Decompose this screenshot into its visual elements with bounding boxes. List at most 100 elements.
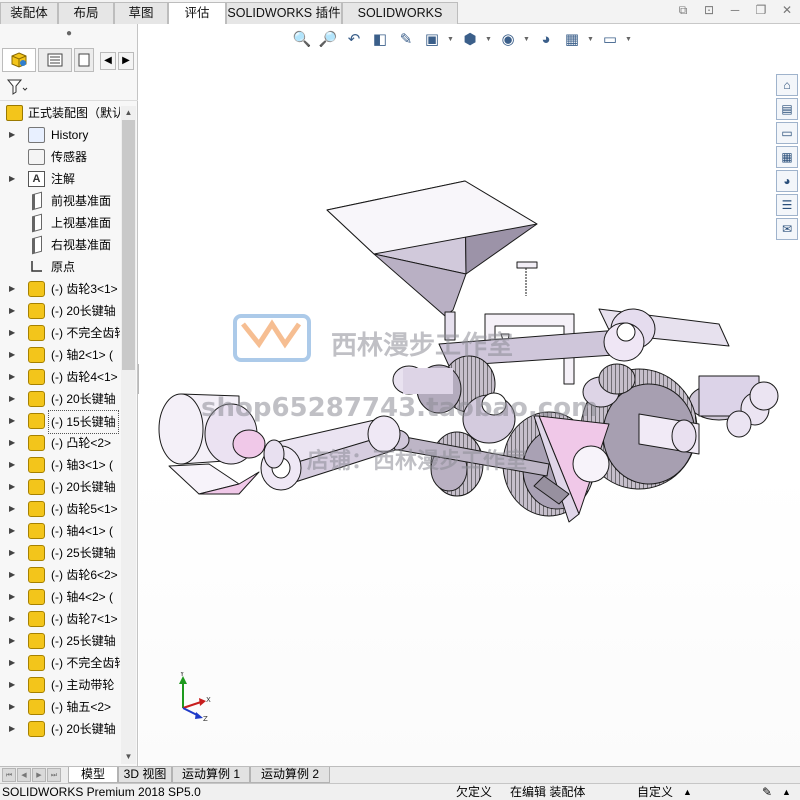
tree-item[interactable]: ▶ (-) 轴五<2> bbox=[0, 696, 120, 718]
tree-item[interactable]: ▶ (-) 齿轮5<1> bbox=[0, 498, 120, 520]
view-orientation-icon[interactable]: ▣ bbox=[421, 30, 443, 50]
tab-3d-view[interactable]: 3D 视图 bbox=[118, 767, 172, 783]
expand-arrow-icon[interactable]: ▶ bbox=[9, 322, 15, 344]
tree-item[interactable]: ▶ (-) 不完全齿轮 bbox=[0, 322, 120, 344]
expand-arrow-icon[interactable]: ▶ bbox=[9, 652, 15, 674]
tree-item[interactable]: ▶ (-) 轴4<2> ( bbox=[0, 586, 120, 608]
tab-layout[interactable]: 布局 bbox=[58, 2, 114, 24]
expand-arrow-icon[interactable]: ▶ bbox=[9, 542, 15, 564]
expand-arrow-icon[interactable]: ▶ bbox=[9, 124, 15, 146]
design-library-icon[interactable]: ▤ bbox=[776, 98, 798, 120]
tree-item[interactable]: ▶ (-) 齿轮3<1> bbox=[0, 278, 120, 300]
chevron-right-icon[interactable]: ▶ bbox=[118, 52, 134, 70]
expand-arrow-icon[interactable]: ▶ bbox=[9, 520, 15, 542]
tree-item[interactable]: ▶ (-) 轴4<1> ( bbox=[0, 520, 120, 542]
tree-item[interactable]: ▶ (-) 凸轮<2> bbox=[0, 432, 120, 454]
chevron-up-icon[interactable]: ▲ bbox=[683, 784, 692, 800]
expand-arrow-icon[interactable]: ▶ bbox=[9, 674, 15, 696]
tree-item[interactable]: 上视基准面 bbox=[0, 212, 120, 234]
tree-item[interactable]: ▶ (-) 齿轮4<1> bbox=[0, 366, 120, 388]
tab-solidworks-mbd[interactable]: SOLIDWORKS MBD bbox=[342, 2, 458, 40]
chevron-down-icon[interactable]: ▼ bbox=[447, 30, 455, 50]
minimize-icon[interactable]: ─ bbox=[728, 4, 742, 18]
feature-manager-icon[interactable] bbox=[2, 48, 36, 72]
previous-view-icon[interactable]: ↶ bbox=[343, 30, 365, 50]
apply-scene-icon[interactable]: ▦ bbox=[561, 30, 583, 50]
tree-root-assembly[interactable]: 正式装配图（默认 bbox=[0, 102, 120, 124]
chevron-down-icon[interactable]: ▼ bbox=[587, 30, 595, 50]
tree-item[interactable]: ▶ (-) 20长键轴 bbox=[0, 476, 120, 498]
tile-icon[interactable]: ⊡ bbox=[702, 4, 716, 18]
expand-arrow-icon[interactable]: ▶ bbox=[9, 498, 15, 520]
scroll-thumb[interactable] bbox=[122, 120, 135, 370]
last-tab-icon[interactable]: ⏭ bbox=[47, 768, 61, 782]
tab-sketch[interactable]: 草图 bbox=[114, 2, 168, 24]
edit-appearance-icon[interactable]: ◕ bbox=[535, 30, 557, 50]
forum-icon[interactable]: ✉ bbox=[776, 218, 798, 240]
tree-item[interactable]: 原点 bbox=[0, 256, 120, 278]
scroll-up-icon[interactable]: ▲ bbox=[121, 106, 136, 120]
tree-item[interactable]: ▶ (-) 25长键轴 bbox=[0, 542, 120, 564]
expand-arrow-icon[interactable]: ▶ bbox=[9, 564, 15, 586]
expand-arrow-icon[interactable]: ▶ bbox=[9, 476, 15, 498]
tab-assembly[interactable]: 装配体 bbox=[0, 2, 58, 24]
tree-item[interactable]: ▶ (-) 主动带轮 bbox=[0, 674, 120, 696]
panel-grip-icon[interactable]: ● bbox=[0, 24, 138, 44]
property-manager-icon[interactable] bbox=[38, 48, 72, 72]
expand-arrow-icon[interactable]: ▶ bbox=[9, 696, 15, 718]
tab-motion-study-2[interactable]: 运动算例 2 bbox=[250, 767, 330, 783]
chevron-down-icon[interactable]: ▼ bbox=[523, 30, 531, 50]
tree-item[interactable]: ▶ (-) 轴2<1> ( bbox=[0, 344, 120, 366]
view-palette-icon[interactable]: ▦ bbox=[776, 146, 798, 168]
tree-item[interactable]: ▶ (-) 齿轮6<2> bbox=[0, 564, 120, 586]
close-icon[interactable]: ✕ bbox=[780, 4, 794, 18]
configuration-manager-icon[interactable] bbox=[74, 48, 94, 72]
tree-item[interactable]: ▶ (-) 20长键轴 bbox=[0, 718, 120, 740]
chevron-left-icon[interactable]: ◀ bbox=[100, 52, 116, 70]
tree-item[interactable]: ▶ (-) 轴3<1> ( bbox=[0, 454, 120, 476]
display-style-icon[interactable]: ⬢ bbox=[459, 30, 481, 50]
scroll-down-icon[interactable]: ▼ bbox=[121, 750, 136, 764]
tree-item[interactable]: 传感器 bbox=[0, 146, 120, 168]
chevron-up-icon[interactable]: ▲ bbox=[782, 784, 791, 800]
home-icon[interactable]: ⌂ bbox=[776, 74, 798, 96]
graphics-area[interactable]: 西林漫步工作室 shop65287743.taobao.com 店铺：西林漫步工… bbox=[139, 24, 800, 766]
section-view-icon[interactable]: ◧ bbox=[369, 30, 391, 50]
help-icon[interactable]: ✎ bbox=[762, 784, 772, 800]
expand-arrow-icon[interactable]: ▶ bbox=[9, 454, 15, 476]
expand-arrow-icon[interactable]: ▶ bbox=[9, 630, 15, 652]
zoom-to-area-icon[interactable]: 🔎 bbox=[317, 30, 339, 50]
tab-evaluate[interactable]: 评估 bbox=[168, 2, 226, 25]
tree-item[interactable]: ▶ (-) 20长键轴 bbox=[0, 388, 120, 410]
first-tab-icon[interactable]: ⏮ bbox=[2, 768, 16, 782]
tree-item[interactable]: ▶ (-) 25长键轴 bbox=[0, 630, 120, 652]
tree-item[interactable]: ▶ History bbox=[0, 124, 120, 146]
expand-arrow-icon[interactable]: ▶ bbox=[9, 586, 15, 608]
tree-item[interactable]: ▶ A 注解 bbox=[0, 168, 120, 190]
appearances-icon[interactable]: ◕ bbox=[776, 170, 798, 192]
tree-item[interactable]: ▶ (-) 15长键轴 bbox=[0, 410, 120, 434]
tab-model[interactable]: 模型 bbox=[68, 767, 118, 783]
unit-system[interactable]: 自定义 bbox=[637, 784, 673, 800]
filter-icon[interactable] bbox=[6, 78, 30, 100]
expand-arrow-icon[interactable]: ▶ bbox=[9, 300, 15, 322]
expand-arrow-icon[interactable]: ▶ bbox=[9, 388, 15, 410]
tree-item[interactable]: ▶ (-) 不完全齿轮 bbox=[0, 652, 120, 674]
expand-arrow-icon[interactable]: ▶ bbox=[9, 410, 15, 432]
tree-item[interactable]: 右视基准面 bbox=[0, 234, 120, 256]
expand-arrow-icon[interactable]: ▶ bbox=[9, 432, 15, 454]
file-explorer-icon[interactable]: ▭ bbox=[776, 122, 798, 144]
tab-solidworks-addins[interactable]: SOLIDWORKS 插件 bbox=[226, 2, 342, 24]
zoom-to-fit-icon[interactable]: 🔍 bbox=[291, 30, 313, 50]
tree-item[interactable]: ▶ (-) 齿轮7<1> bbox=[0, 608, 120, 630]
assembly-model[interactable]: 西林漫步工作室 shop65287743.taobao.com 店铺：西林漫步工… bbox=[139, 24, 800, 766]
tree-scrollbar[interactable]: ▲ ▼ bbox=[121, 106, 136, 764]
chevron-down-icon[interactable]: ▼ bbox=[485, 30, 493, 50]
expand-arrow-icon[interactable]: ▶ bbox=[9, 718, 15, 740]
custom-properties-icon[interactable]: ☰ bbox=[776, 194, 798, 216]
expand-arrow-icon[interactable]: ▶ bbox=[9, 278, 15, 300]
next-tab-icon[interactable]: ▶ bbox=[32, 768, 46, 782]
expand-arrow-icon[interactable]: ▶ bbox=[9, 168, 15, 190]
expand-arrow-icon[interactable]: ▶ bbox=[9, 366, 15, 388]
chevron-down-icon[interactable]: ▼ bbox=[625, 30, 633, 50]
